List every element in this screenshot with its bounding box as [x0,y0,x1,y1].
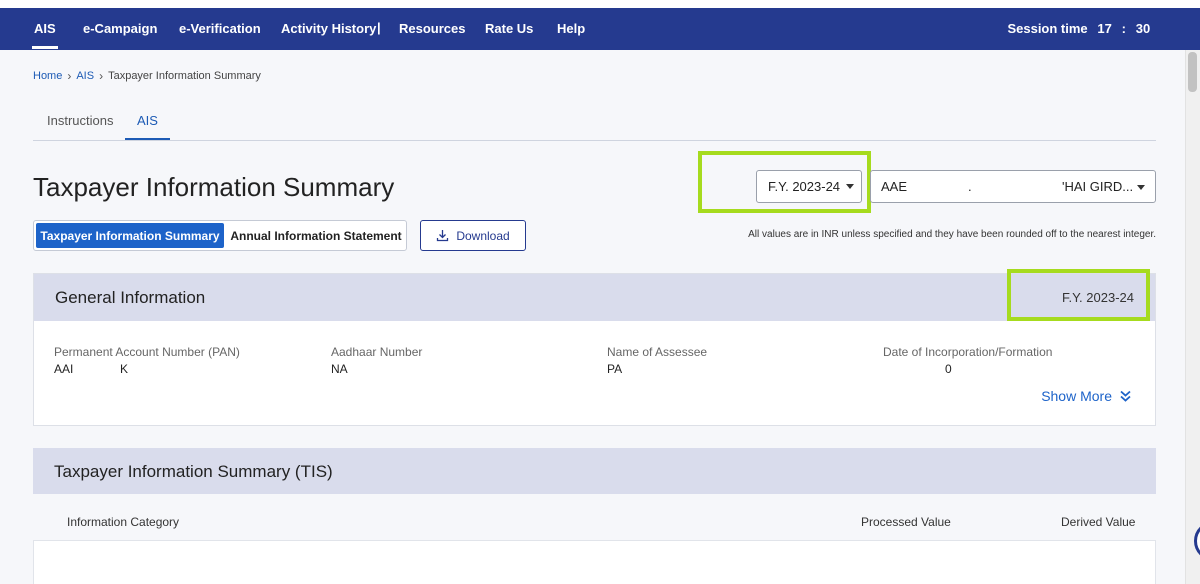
highlight-box-general-fy [1007,269,1150,321]
nav-item-rate-us[interactable]: Rate Us [485,21,533,36]
scrollbar-thumb[interactable] [1188,52,1197,92]
column-header-information-category: Information Category [67,515,180,529]
aadhaar-value: NA [331,362,348,376]
pan-label: Permanent Account Number (PAN) [54,345,240,359]
show-more-link[interactable]: Show More [1041,388,1131,404]
user-select-value-mid: . [968,179,972,194]
session-minutes: 17 [1097,21,1112,36]
general-information-title: General Information [55,288,206,307]
user-select[interactable]: AAE . 'HAI GIRD... [870,170,1156,203]
tis-title: Taxpayer Information Summary (TIS) [54,462,333,481]
toggle-tis[interactable]: Taxpayer Information Summary [36,223,224,248]
chevron-right-icon: › [99,69,104,83]
user-select-value-right: 'HAI GIRD... [1062,179,1134,194]
incorporation-date-value-end: 0 [945,362,952,376]
incorporation-date-label: Date of Incorporation/Formation [883,345,1053,359]
nav-item-e-verification[interactable]: e-Verification [179,21,261,36]
assessee-name-label: Name of Assessee [607,345,708,359]
nav-item-resources[interactable]: Resources [399,21,465,36]
view-toggle: Taxpayer Information Summary Annual Info… [33,220,407,251]
session-timer: Session time 17 : 30 [1007,21,1154,36]
column-header-derived-value: Derived Value [1061,515,1136,529]
session-label: Session time [1007,21,1088,36]
breadcrumb: Home › AIS › Taxpayer Information Summar… [33,69,261,83]
tab-instructions[interactable]: Instructions [47,113,113,128]
breadcrumb-home[interactable]: Home [33,70,62,82]
user-select-value-left: AAE [881,179,908,194]
tab-ais[interactable]: AIS [125,113,170,140]
aadhaar-label: Aadhaar Number [331,345,423,359]
nav-separator: | [377,20,381,35]
breadcrumb-current: Taxpayer Information Summary [108,70,261,82]
rounding-note: All values are in INR unless specified a… [748,229,1156,240]
aadhaar-field: Aadhaar Number NA [331,345,422,376]
assessee-name-value: PA [607,362,623,376]
download-label: Download [456,228,510,243]
column-header-processed-value: Processed Value [861,515,951,529]
pan-value: AAI K [54,362,240,376]
double-chevron-down-icon [1120,390,1131,402]
nav-item-activity-history[interactable]: Activity History [281,21,376,36]
tab-bar: Instructions AIS [33,100,1156,141]
toggle-ais[interactable]: Annual Information Statement [226,221,406,250]
page-title: Taxpayer Information Summary [33,172,395,202]
session-colon: : [1121,21,1126,36]
incorporation-date-value: 0 [883,362,1052,376]
general-information-header[interactable]: General Information F.Y. 2023-24 [34,274,1155,321]
tis-header[interactable]: Taxpayer Information Summary (TIS) [33,448,1156,494]
session-seconds: 30 [1135,21,1151,36]
general-information-card: General Information F.Y. 2023-24 Permane… [33,273,1156,426]
breadcrumb-ais[interactable]: AIS [76,70,94,82]
nav-item-e-campaign[interactable]: e-Campaign [83,21,157,36]
top-navbar: AIS e-Campaign e-Verification Activity H… [0,8,1200,50]
nav-item-help[interactable]: Help [557,21,585,36]
pan-value-start: AAI [54,362,74,376]
highlight-box-fy-select [698,151,871,213]
nav-item-ais[interactable]: AIS [32,21,58,49]
assessee-name-field: Name of Assessee PA [607,345,707,376]
top-strip [0,0,1200,8]
pan-field: Permanent Account Number (PAN) AAI K [54,345,240,376]
table-row[interactable] [33,540,1156,584]
pan-value-end: K [120,362,129,376]
vertical-scrollbar[interactable] [1185,50,1200,584]
incorporation-date-field: Date of Incorporation/Formation 0 [883,345,1052,376]
download-icon [437,230,449,242]
show-more-label: Show More [1041,388,1112,404]
chevron-right-icon: › [67,69,72,83]
download-button[interactable]: Download [420,220,526,251]
caret-down-icon [1137,185,1145,190]
